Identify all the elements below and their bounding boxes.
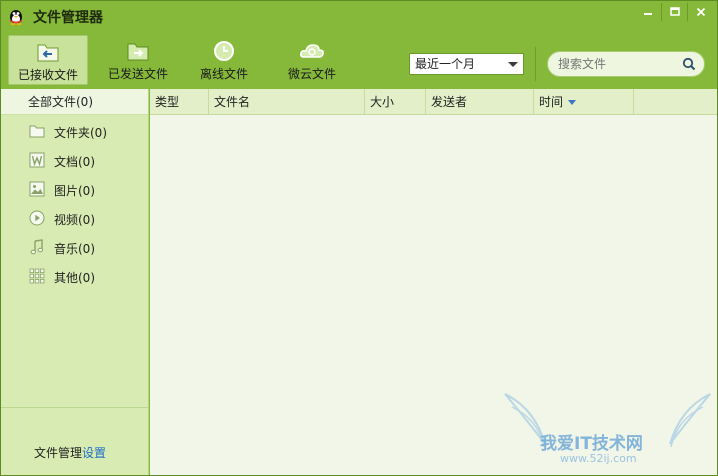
search-icon[interactable]: [682, 57, 696, 71]
watermark-url: www.52ij.com: [560, 452, 637, 465]
sort-descending-icon: [568, 100, 577, 105]
document-icon: [29, 152, 45, 168]
qq-penguin-icon: [10, 10, 22, 25]
time-range-value: 最近一个月: [415, 57, 476, 71]
tab-received-files[interactable]: 已接收文件: [8, 35, 88, 85]
minimize-button[interactable]: [635, 3, 661, 21]
sidebar-item-label: 文件夹(0): [54, 126, 107, 140]
file-list: 类型 文件名 大小 发送者 时间 我爱IT技术网 www.52ij.com: [150, 89, 717, 475]
column-header-filename[interactable]: 文件名: [209, 89, 365, 115]
column-label: 文件名: [214, 95, 251, 109]
video-icon: [29, 210, 45, 226]
file-manager-window: 文件管理器 已接收文件 已发送文件 离线文件 微云文件 最近一个月 搜索文件 全…: [0, 0, 718, 476]
file-management-settings: 文件管理设置: [34, 444, 106, 461]
grid-icon: [29, 268, 45, 284]
sidebar-item-label: 其他(0): [54, 271, 95, 285]
settings-link[interactable]: 设置: [82, 446, 106, 460]
minimize-icon: [644, 13, 652, 15]
sidebar-item-folders[interactable]: 文件夹(0): [1, 117, 148, 146]
sidebar-item-images[interactable]: 图片(0): [1, 175, 148, 204]
table-header: 类型 文件名 大小 发送者 时间: [150, 89, 717, 115]
music-note-icon: [30, 239, 44, 255]
sidebar-item-all-files[interactable]: 全部文件(0): [1, 89, 148, 115]
window-title: 文件管理器: [33, 10, 103, 26]
cloud-icon: [300, 44, 324, 58]
sidebar-item-label: 视频(0): [54, 213, 95, 227]
maximize-button[interactable]: [661, 3, 687, 21]
column-label: 类型: [155, 95, 180, 109]
watermark-text: 我爱IT技术网: [540, 434, 643, 454]
sidebar-item-label: 图片(0): [54, 184, 95, 198]
column-header-sender[interactable]: 发送者: [426, 89, 534, 115]
search-input[interactable]: [558, 56, 676, 72]
search-box[interactable]: [547, 51, 705, 77]
tab-label: 已接收文件: [17, 68, 78, 82]
column-header-size[interactable]: 大小: [365, 89, 426, 115]
tab-weiyun-files[interactable]: 微云文件: [272, 35, 352, 85]
sidebar: 全部文件(0) 文件夹(0) 文档(0) 图片(0) 视频(0) 音乐(0) 其…: [1, 89, 149, 475]
close-button[interactable]: [687, 3, 713, 21]
column-label: 时间: [539, 95, 564, 109]
sidebar-item-documents[interactable]: 文档(0): [1, 146, 148, 175]
tab-offline-files[interactable]: 离线文件: [184, 35, 264, 85]
column-header-time[interactable]: 时间: [534, 89, 634, 115]
maximize-icon: [669, 7, 680, 16]
sidebar-item-label: 全部文件(0): [28, 95, 93, 109]
sidebar-item-label: 音乐(0): [54, 242, 95, 256]
footer-text: 文件管理: [34, 446, 83, 460]
image-icon: [29, 181, 45, 197]
tab-label: 微云文件: [287, 67, 336, 81]
time-range-dropdown[interactable]: 最近一个月: [409, 53, 524, 75]
clock-icon: [214, 41, 234, 61]
tab-label: 已发送文件: [107, 67, 168, 81]
window-controls: [635, 3, 713, 21]
toolbar-divider: [535, 47, 536, 81]
column-header-type[interactable]: 类型: [150, 89, 209, 115]
chevron-down-icon: [508, 62, 518, 67]
column-label: 大小: [370, 95, 395, 109]
close-icon: [696, 7, 705, 17]
sidebar-item-videos[interactable]: 视频(0): [1, 204, 148, 233]
column-label: 发送者: [431, 95, 468, 109]
sidebar-item-other[interactable]: 其他(0): [1, 262, 148, 291]
tab-sent-files[interactable]: 已发送文件: [98, 35, 178, 85]
inbox-download-icon: [37, 44, 59, 62]
sidebar-footer: 文件管理设置: [1, 407, 148, 475]
folder-icon: [29, 125, 45, 138]
title-bar[interactable]: 文件管理器: [1, 1, 717, 31]
outbox-upload-icon: [127, 43, 149, 61]
sidebar-item-label: 文档(0): [54, 155, 95, 169]
sidebar-item-music[interactable]: 音乐(0): [1, 233, 148, 262]
tab-label: 离线文件: [199, 67, 248, 81]
toolbar: 已接收文件 已发送文件 离线文件 微云文件 最近一个月: [1, 31, 717, 89]
